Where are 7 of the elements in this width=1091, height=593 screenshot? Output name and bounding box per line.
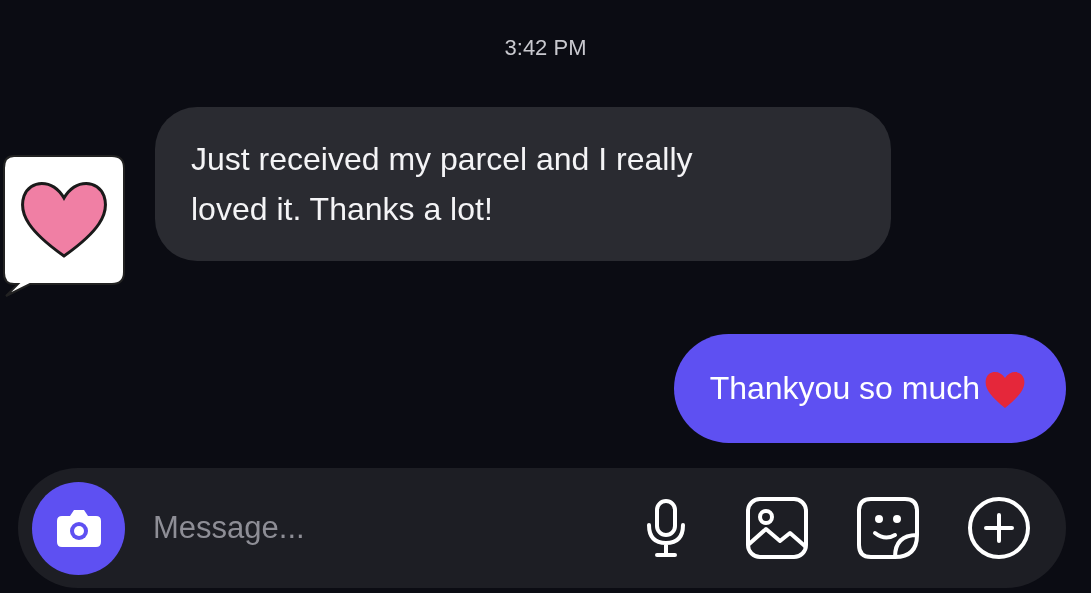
message-bubble: Just received my parcel and I really loved it. Thanks a lot! — [155, 107, 891, 261]
timestamp: 3:42 PM — [504, 34, 587, 62]
message-bubble: Thankyou so much — [673, 334, 1066, 443]
message-field[interactable]: Message... — [151, 502, 588, 554]
gallery-icon[interactable] — [744, 495, 810, 561]
add-icon[interactable] — [966, 495, 1032, 561]
sticker-icon[interactable] — [855, 495, 921, 561]
